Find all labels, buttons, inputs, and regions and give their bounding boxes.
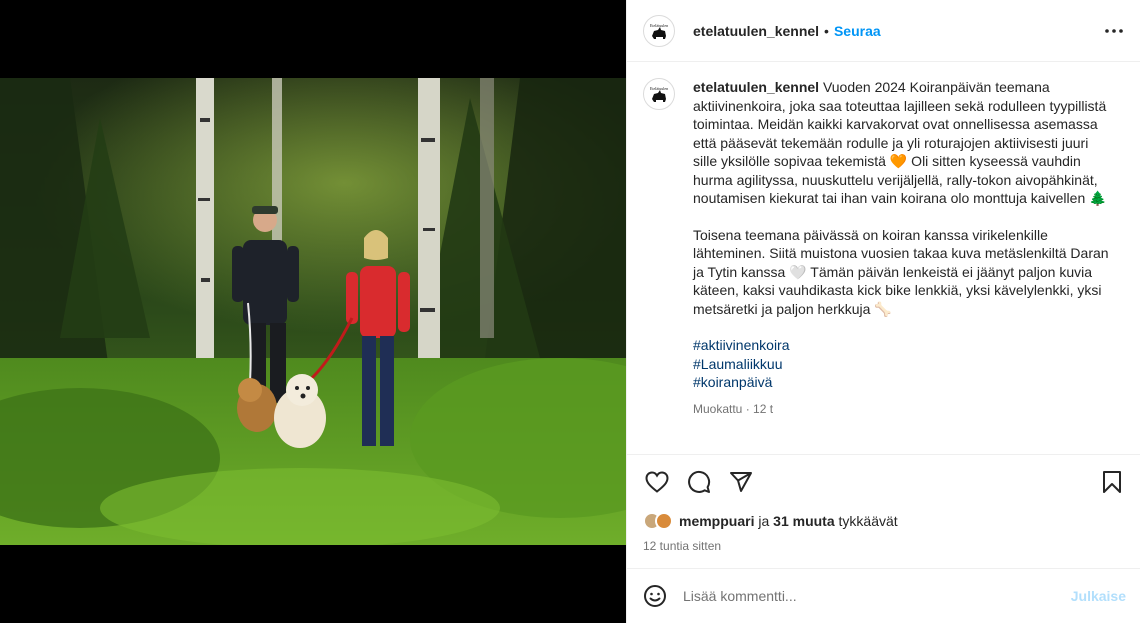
hashtag-link[interactable]: #aktiivinenkoira [693, 336, 1113, 355]
hashtag-link[interactable]: #Laumaliikkuu [693, 355, 1113, 374]
share-icon[interactable] [727, 468, 755, 496]
caption-body: etelatuulen_kennel Vuoden 2024 Koiranpäi… [693, 78, 1113, 454]
others-count[interactable]: 31 muuta [773, 513, 834, 529]
action-bar [627, 454, 1140, 508]
caption-paragraph-1: etelatuulen_kennel Vuoden 2024 Koiranpäi… [693, 78, 1113, 208]
liker-avatar[interactable] [655, 512, 673, 530]
caption-paragraph-2: Toisena teemana päivässä on koiran kanss… [693, 226, 1113, 317]
publish-button[interactable]: Julkaise [1071, 588, 1126, 604]
post-time[interactable]: 12 tuntia sitten [627, 534, 1140, 558]
hashtag-list: #aktiivinenkoira #Laumaliikkuu #koiranpä… [693, 336, 1113, 392]
post-header: Etelätuulen etelatuulen_kennel • Seuraa [627, 0, 1140, 62]
heart-icon[interactable] [643, 468, 671, 496]
comment-box: Julkaise [627, 568, 1140, 623]
post-photo[interactable] [0, 78, 626, 545]
post-media[interactable] [0, 0, 626, 623]
likes-suffix: tykkäävät [838, 513, 898, 529]
forest-walk-photo [0, 78, 626, 545]
header-username[interactable]: etelatuulen_kennel [693, 23, 819, 39]
kennel-logo-icon: Etelätuulen [650, 23, 668, 39]
caption-text-1: Vuoden 2024 Koiranpäivän teemana aktiivi… [693, 79, 1111, 206]
svg-text:Etelätuulen: Etelätuulen [650, 23, 668, 28]
emoji-icon[interactable] [643, 584, 667, 608]
follow-button[interactable]: Seuraa [834, 23, 881, 39]
likes-connector: ja [758, 513, 770, 529]
bookmark-icon[interactable] [1098, 468, 1126, 496]
hashtag-link[interactable]: #koiranpäivä [693, 373, 1113, 392]
separator-dot: • [824, 22, 829, 39]
caption-username[interactable]: etelatuulen_kennel [693, 79, 819, 95]
likes-summary: memppuari ja 31 muuta tykkäävät [627, 508, 1140, 534]
caption-section: Etelätuulen etelatuulen_kennel Vuoden 20… [627, 62, 1140, 454]
edited-timestamp: Muokattu · 12 t [693, 401, 774, 416]
likes-text: memppuari ja 31 muuta tykkäävät [679, 513, 898, 529]
post-sidebar: Etelätuulen etelatuulen_kennel • Seuraa … [626, 0, 1140, 623]
caption-avatar[interactable]: Etelätuulen [643, 78, 675, 110]
instagram-post: Etelätuulen etelatuulen_kennel • Seuraa … [0, 0, 1140, 623]
comment-input[interactable] [683, 588, 1071, 604]
liker-username[interactable]: memppuari [679, 513, 754, 529]
more-icon[interactable] [1102, 19, 1126, 43]
profile-avatar[interactable]: Etelätuulen [643, 14, 675, 47]
svg-text:Etelätuulen: Etelätuulen [650, 86, 668, 91]
kennel-logo-icon: Etelätuulen [650, 86, 668, 102]
comment-icon[interactable] [685, 468, 713, 496]
